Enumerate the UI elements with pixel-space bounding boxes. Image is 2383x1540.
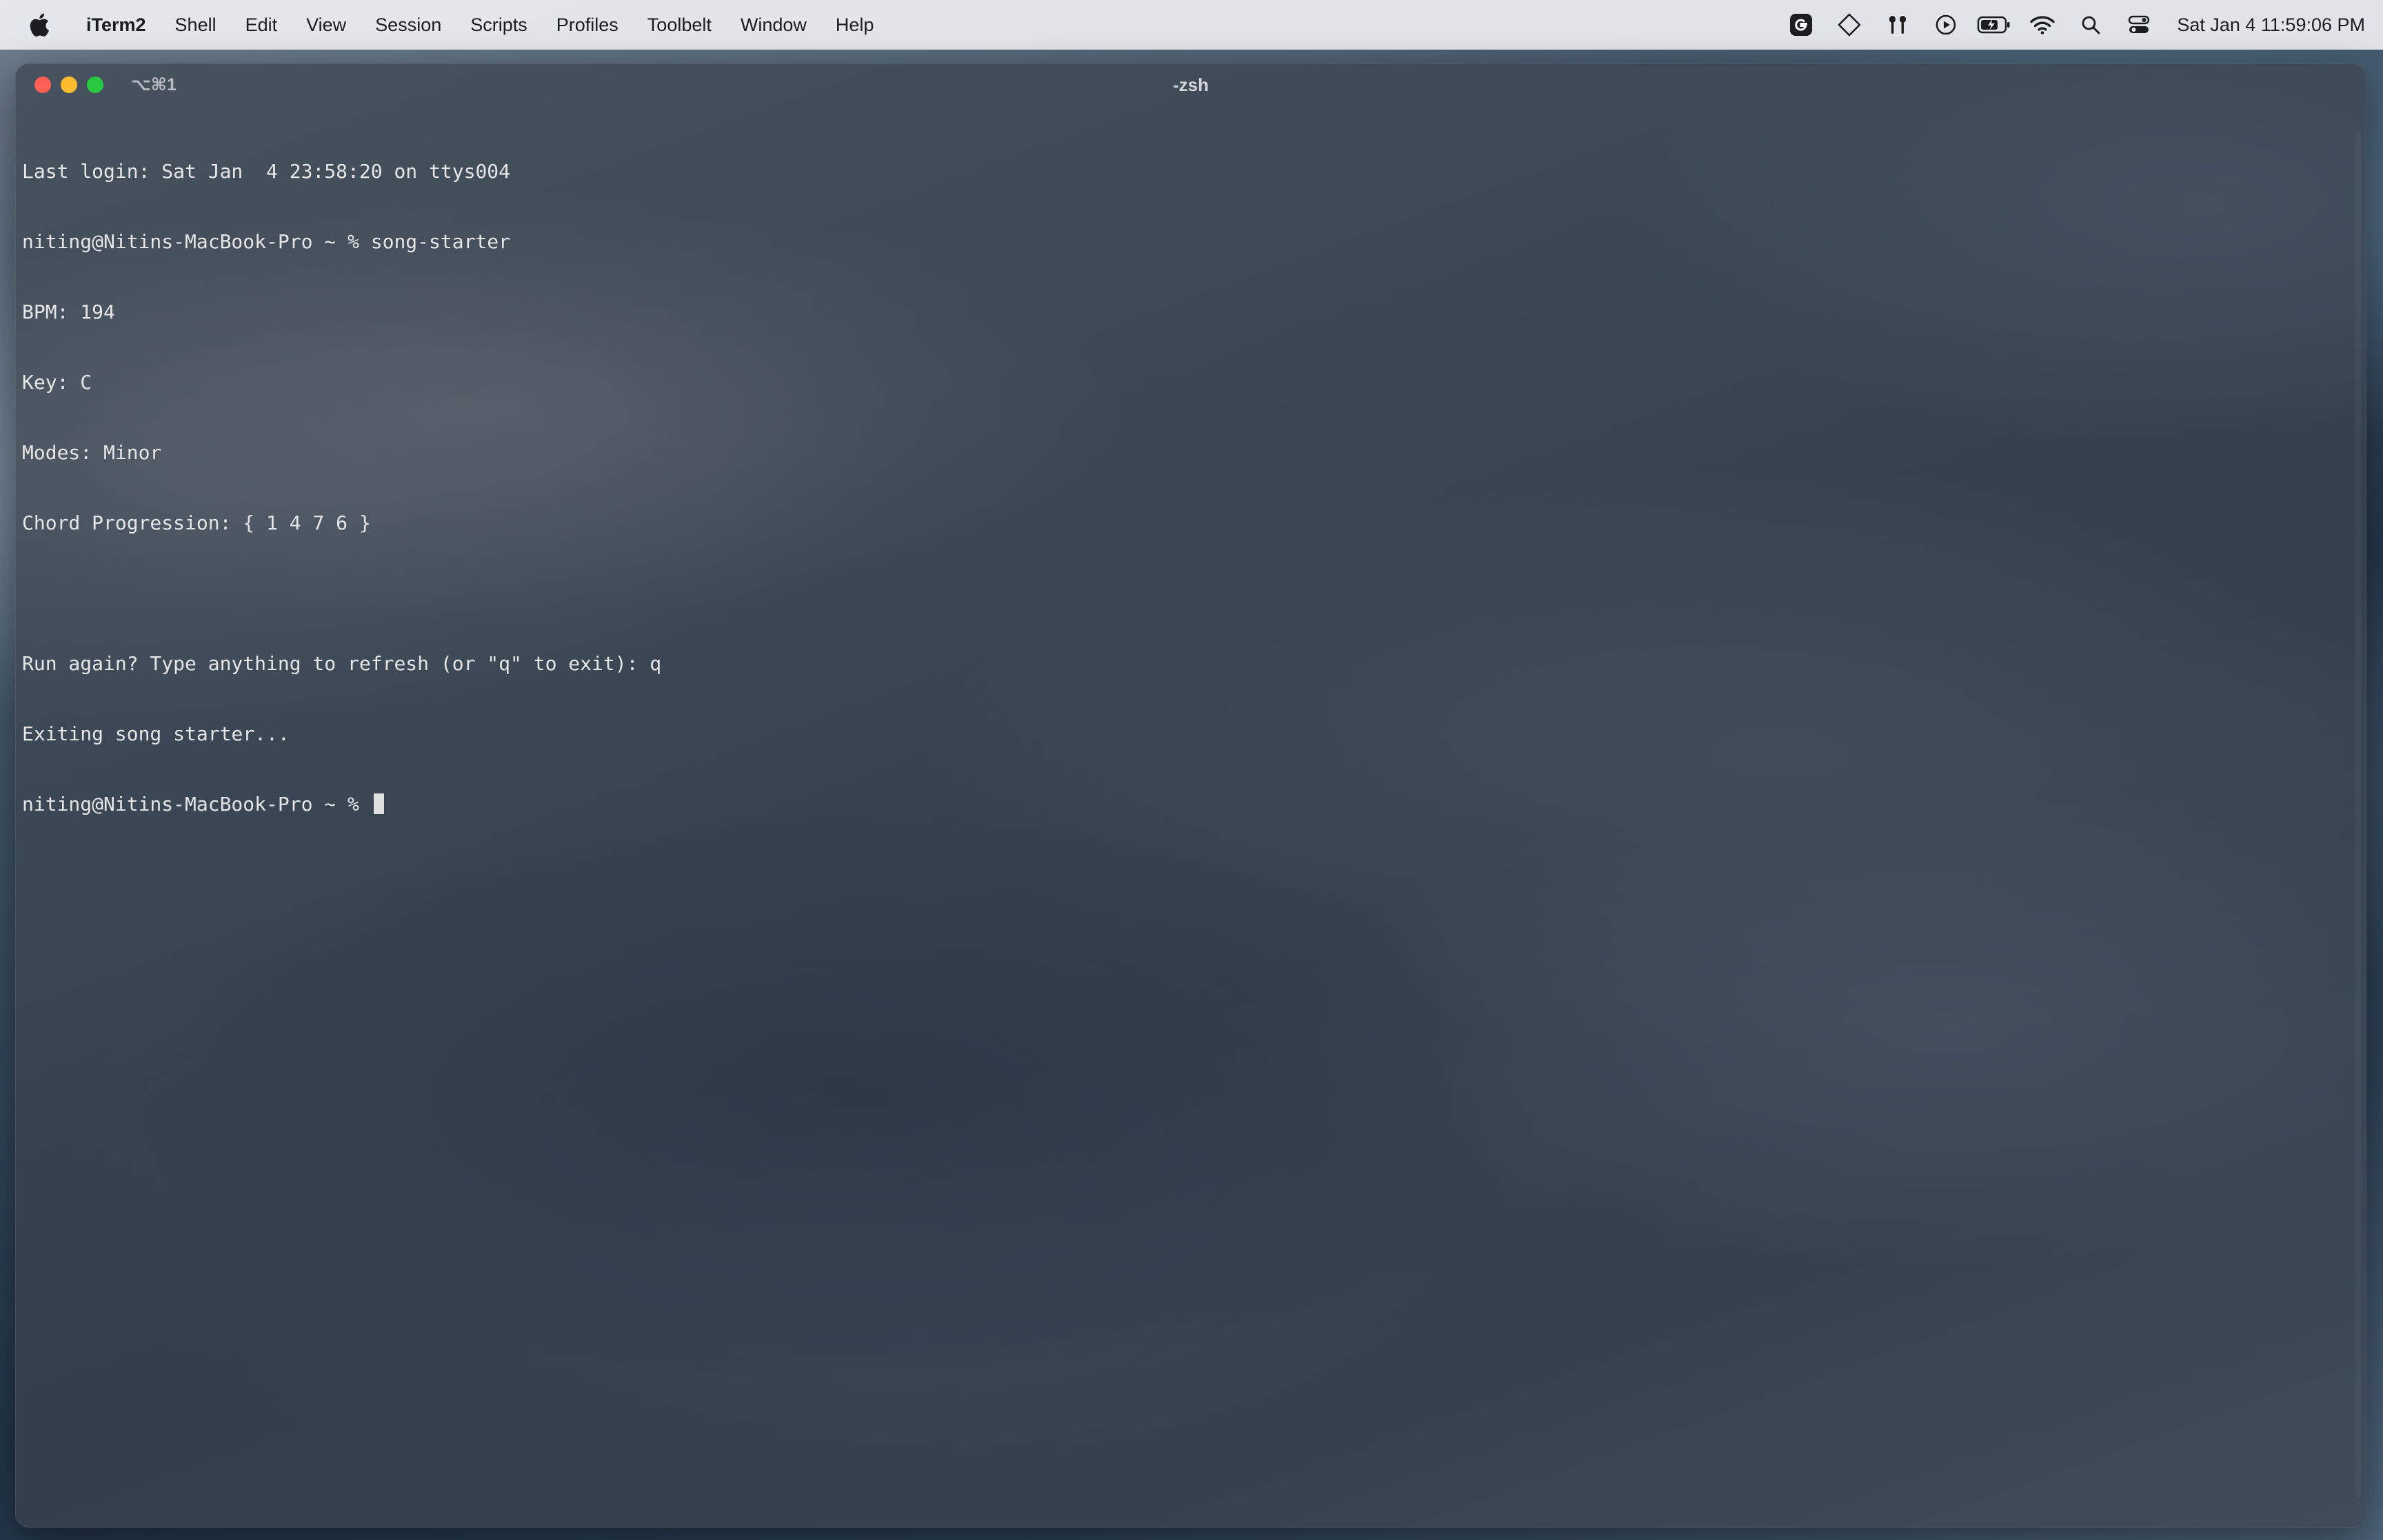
menu-view[interactable]: View bbox=[292, 0, 361, 50]
terminal-line: Run again? Type anything to refresh (or … bbox=[22, 652, 662, 675]
apple-menu-icon[interactable] bbox=[26, 11, 51, 39]
control-center-icon[interactable] bbox=[2115, 0, 2163, 50]
minimize-button[interactable] bbox=[61, 77, 77, 93]
status-area: Sat Jan 4 11:59:06 PM bbox=[1777, 0, 2365, 50]
window-title: -zsh bbox=[1173, 74, 1209, 95]
terminal-line: Modes: Minor bbox=[22, 441, 162, 464]
menu-bar: iTerm2 Shell Edit View Session Scripts P… bbox=[0, 0, 2383, 50]
menu-edit[interactable]: Edit bbox=[231, 0, 292, 50]
terminal-prompt: niting@Nitins-MacBook-Pro ~ % bbox=[22, 793, 371, 815]
airpods-icon[interactable] bbox=[1873, 0, 1922, 50]
fullscreen-button[interactable] bbox=[87, 77, 103, 93]
terminal-line: Exiting song starter... bbox=[22, 722, 290, 745]
terminal-line: niting@Nitins-MacBook-Pro ~ % song-start… bbox=[22, 230, 511, 253]
search-icon[interactable] bbox=[2067, 0, 2115, 50]
battery-icon[interactable] bbox=[1970, 0, 2018, 50]
menu-shell[interactable]: Shell bbox=[161, 0, 231, 50]
terminal-output[interactable]: Last login: Sat Jan 4 23:58:20 on ttys00… bbox=[15, 106, 2366, 863]
tab-shortcut-label: ⌥⌘1 bbox=[131, 75, 177, 94]
window-titlebar[interactable]: ⌥⌘1 -zsh bbox=[15, 63, 2366, 106]
menu-window[interactable]: Window bbox=[726, 0, 821, 50]
terminal-prompt-line[interactable]: niting@Nitins-MacBook-Pro ~ % bbox=[22, 793, 2366, 816]
play-icon[interactable] bbox=[1922, 0, 1970, 50]
close-button[interactable] bbox=[34, 77, 51, 93]
terminal-line: Chord Progression: { 1 4 7 6 } bbox=[22, 511, 371, 534]
grammarly-icon[interactable] bbox=[1777, 0, 1825, 50]
menu-profiles[interactable]: Profiles bbox=[542, 0, 633, 50]
terminal-scrollbar[interactable] bbox=[2355, 132, 2361, 1497]
iterm-window: ⌥⌘1 -zsh Last login: Sat Jan 4 23:58:20 … bbox=[15, 63, 2366, 1528]
terminal-line: Key: C bbox=[22, 371, 92, 394]
diamond-icon[interactable] bbox=[1825, 0, 1873, 50]
terminal-line: BPM: 194 bbox=[22, 301, 115, 323]
text-cursor bbox=[373, 793, 384, 814]
menu-help[interactable]: Help bbox=[821, 0, 889, 50]
menu-scripts[interactable]: Scripts bbox=[456, 0, 542, 50]
menu-session[interactable]: Session bbox=[361, 0, 456, 50]
menu-toolbelt[interactable]: Toolbelt bbox=[633, 0, 726, 50]
wifi-icon[interactable] bbox=[2018, 0, 2067, 50]
traffic-lights bbox=[34, 77, 103, 93]
menu-app-name[interactable]: iTerm2 bbox=[72, 0, 161, 50]
terminal-line: Last login: Sat Jan 4 23:58:20 on ttys00… bbox=[22, 160, 511, 183]
menu-clock[interactable]: Sat Jan 4 11:59:06 PM bbox=[2177, 14, 2365, 36]
